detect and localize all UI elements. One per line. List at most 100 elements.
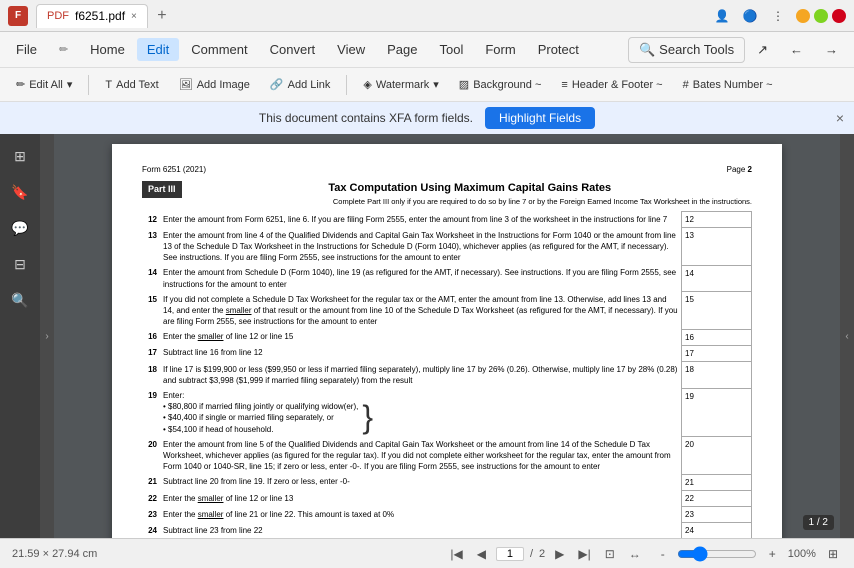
add-link-label: Add Link: [288, 79, 331, 91]
zoom-slider[interactable]: [677, 546, 757, 562]
table-row: 24 Subtract line 23 from line 22 24: [142, 523, 752, 538]
menu-edit[interactable]: Edit: [137, 38, 179, 61]
line-13-box[interactable]: 13: [682, 228, 752, 266]
toolbar: ✏ Edit All ▾ T Add Text 🖼 Add Image 🔗 Ad…: [0, 68, 854, 102]
zoom-controls: - + 100% ⊞: [657, 545, 842, 563]
background-btn[interactable]: ▨ Background ~: [451, 75, 550, 94]
menu-form[interactable]: Form: [475, 38, 525, 61]
left-panel-toggle[interactable]: ›: [40, 134, 54, 538]
header-footer-icon: ≡: [561, 79, 567, 91]
background-label: Background ~: [473, 79, 541, 91]
menu-bar: File ✏ Home Edit Comment Convert View Pa…: [0, 32, 854, 68]
line-21-num: 21: [142, 474, 160, 490]
line-12-num: 12: [142, 212, 160, 228]
menu-page[interactable]: Page: [377, 38, 427, 61]
menu-protect[interactable]: Protect: [528, 38, 589, 61]
new-tab-btn[interactable]: +: [152, 6, 172, 26]
right-panel-toggle[interactable]: ‹: [840, 134, 854, 538]
add-text-btn[interactable]: T Add Text: [97, 76, 166, 94]
add-link-btn[interactable]: 🔗 Add Link: [262, 75, 339, 94]
line-18-box[interactable]: 18: [682, 362, 752, 388]
user-avatar[interactable]: 👤: [712, 6, 732, 26]
menu-tool[interactable]: Tool: [429, 38, 473, 61]
header-footer-btn[interactable]: ≡ Header & Footer ~: [553, 76, 670, 94]
line-24-box[interactable]: 24: [682, 523, 752, 538]
line-23-num: 23: [142, 507, 160, 523]
line-16-num: 16: [142, 329, 160, 345]
line-22-num: 22: [142, 491, 160, 507]
line-19-text: Enter: • $80,800 if married filing joint…: [160, 388, 682, 437]
prev-page-btn[interactable]: ◀: [473, 545, 490, 563]
watermark-dropdown: ▾: [433, 78, 439, 91]
line-17-box[interactable]: 17: [682, 345, 752, 361]
next-page-btn[interactable]: ▶: [551, 545, 568, 563]
page-navigation: |◀ ◀ / 2 ▶ ▶| ⊡ ↔: [446, 545, 644, 563]
line-19-box[interactable]: 19: [682, 388, 752, 437]
line-16-box[interactable]: 16: [682, 329, 752, 345]
pdf-icon: PDF: [47, 10, 69, 22]
menu-convert[interactable]: Convert: [260, 38, 326, 61]
highlight-fields-btn[interactable]: Highlight Fields: [485, 107, 595, 129]
menu-edit-left[interactable]: ✏: [49, 39, 78, 60]
sidebar-bookmark-icon[interactable]: 🔖: [6, 178, 34, 206]
line-13-num: 13: [142, 228, 160, 266]
add-image-btn[interactable]: 🖼 Add Image: [171, 75, 258, 94]
bates-number-icon: #: [683, 79, 689, 91]
edit-all-btn[interactable]: ✏ Edit All ▾: [8, 75, 80, 94]
search-tools-label: Search Tools: [659, 42, 734, 57]
toolbar-sep-2: [346, 75, 347, 95]
zoom-in-btn[interactable]: +: [765, 545, 780, 563]
header-footer-label: Header & Footer ~: [572, 79, 663, 91]
line-14-box[interactable]: 14: [682, 265, 752, 291]
sidebar-comment-icon[interactable]: 💬: [6, 214, 34, 242]
zoom-out-btn[interactable]: -: [657, 545, 669, 563]
more-options-icon[interactable]: ⋮: [768, 6, 788, 26]
fit-window-btn[interactable]: ⊞: [824, 545, 842, 563]
line-20-num: 20: [142, 437, 160, 475]
line-20-box[interactable]: 20: [682, 437, 752, 475]
watermark-btn[interactable]: ◈ Watermark ▾: [355, 75, 446, 94]
zoom-level: 100%: [788, 548, 816, 560]
profile-circle[interactable]: 🔵: [740, 6, 760, 26]
menu-view[interactable]: View: [327, 38, 375, 61]
menu-home[interactable]: Home: [80, 38, 135, 61]
bates-number-label: Bates Number ~: [693, 79, 773, 91]
menu-comment[interactable]: Comment: [181, 38, 257, 61]
notification-close-btn[interactable]: ×: [836, 110, 844, 126]
line-23-box[interactable]: 23: [682, 507, 752, 523]
line-21-box[interactable]: 21: [682, 474, 752, 490]
minimize-btn[interactable]: [796, 9, 810, 23]
form-number: Form 6251 (2021): [142, 164, 206, 175]
line-18-num: 18: [142, 362, 160, 388]
table-row: 13 Enter the amount from line 4 of the Q…: [142, 228, 752, 266]
search-tools-btn[interactable]: 🔍 Search Tools: [628, 37, 745, 63]
line-15-box[interactable]: 15: [682, 292, 752, 330]
nav-forward-icon[interactable]: →: [815, 38, 848, 61]
line-22-box[interactable]: 22: [682, 491, 752, 507]
table-row: 18 If line 17 is $199,900 or less ($99,9…: [142, 362, 752, 388]
current-page-input[interactable]: [496, 547, 524, 561]
sidebar-layers-icon[interactable]: ⊟: [6, 250, 34, 278]
page-indicator: 1 / 2: [803, 515, 834, 530]
sidebar-pages-icon[interactable]: ⊞: [6, 142, 34, 170]
bates-number-btn[interactable]: # Bates Number ~: [675, 76, 781, 94]
close-btn[interactable]: [832, 9, 846, 23]
pdf-tab[interactable]: PDF f6251.pdf ×: [36, 4, 148, 28]
maximize-btn[interactable]: [814, 9, 828, 23]
line-15-text: If you did not complete a Schedule D Tax…: [160, 292, 682, 330]
brace-19: }: [362, 401, 373, 435]
last-page-btn[interactable]: ▶|: [574, 545, 594, 563]
nav-back-icon[interactable]: ←: [780, 38, 813, 61]
external-link-icon[interactable]: ↗: [747, 38, 778, 62]
fit-width-btn[interactable]: ↔: [625, 545, 645, 563]
tab-close-btn[interactable]: ×: [131, 11, 137, 22]
app-icon: F: [8, 6, 28, 26]
line-15-num: 15: [142, 292, 160, 330]
toolbar-sep-1: [88, 75, 89, 95]
line-20-text: Enter the amount from line 5 of the Qual…: [160, 437, 682, 475]
menu-file[interactable]: File: [6, 38, 47, 61]
sidebar-search-icon[interactable]: 🔍: [6, 286, 34, 314]
fit-page-btn[interactable]: ⊡: [601, 545, 619, 563]
line-12-box[interactable]: 12: [682, 212, 752, 228]
first-page-btn[interactable]: |◀: [446, 545, 466, 563]
